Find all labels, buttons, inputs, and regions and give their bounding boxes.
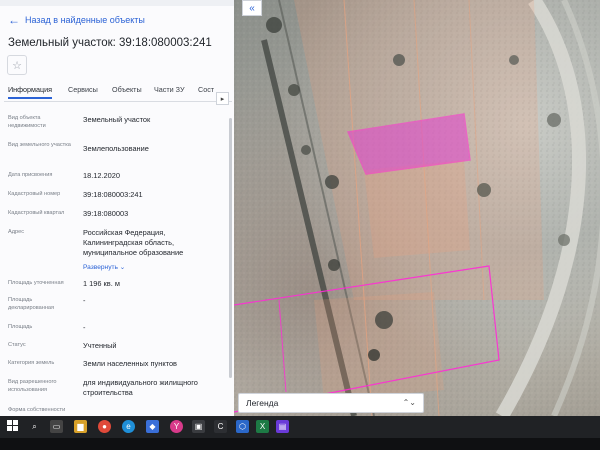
back-label: Назад в найденные объекты <box>25 15 145 25</box>
tab-objects[interactable]: Объекты <box>112 85 142 94</box>
row-value: Учтенный <box>83 341 117 350</box>
map-canvas[interactable] <box>234 0 600 416</box>
screen: ← Назад в найденные объекты Земельный уч… <box>0 0 600 416</box>
chevron-left-icon: « <box>249 2 255 14</box>
app-icon[interactable]: ⬡ <box>236 420 249 433</box>
map-view[interactable] <box>234 0 600 416</box>
app-icon[interactable]: ◆ <box>146 420 159 433</box>
panel-scrollbar[interactable] <box>229 118 232 378</box>
search-icon[interactable]: ⌕ <box>28 420 41 433</box>
row-label: Площадь декларированная <box>8 297 55 311</box>
app-icon[interactable]: ▣ <box>192 420 205 433</box>
taskbar: ⌕ ▭ ▆ ● e ◆ Y ▣ C ⬡ X ▤ <box>0 416 600 438</box>
task-view-icon[interactable]: ▭ <box>50 420 63 433</box>
row-label: Кадастровый номер <box>8 191 61 197</box>
row-value: Российская Федерация, Калининградская об… <box>83 228 184 257</box>
expand-label: Развернуть <box>83 264 118 271</box>
row-label: Дата присвоения <box>8 172 53 178</box>
app-icon[interactable]: C <box>214 420 227 433</box>
tab-info[interactable]: Информация <box>8 85 53 99</box>
expand-link[interactable]: Развернуть ⌄ <box>83 263 125 271</box>
row-label: Площадь <box>8 324 33 330</box>
collapse-panel-button[interactable]: « <box>242 0 262 16</box>
row-value: 39:18:080003:241 <box>83 190 143 199</box>
info-panel: ← Назад в найденные объекты Земельный уч… <box>0 0 235 416</box>
tab-parts[interactable]: Части ЗУ <box>154 85 185 94</box>
row-label: Вид объекта недвижимости <box>8 115 46 129</box>
excel-icon[interactable]: X <box>256 420 269 433</box>
app-icon[interactable]: ▤ <box>276 420 289 433</box>
windows-start-icon[interactable] <box>6 420 19 433</box>
tab-services[interactable]: Сервисы <box>68 85 98 94</box>
row-label: Адрес <box>8 229 25 235</box>
arrow-left-icon: ← <box>8 12 20 27</box>
chevron-down-icon: ⌄ <box>119 264 126 271</box>
parcel-orange <box>364 160 470 258</box>
tabs-bar: Информация Сервисы Объекты Части ЗУ Сост <box>4 85 232 102</box>
row-value: - <box>83 296 86 305</box>
row-label: Вид разрешенного использования <box>8 379 57 393</box>
tab-state[interactable]: Сост <box>198 85 214 94</box>
row-label: Кадастровый квартал <box>8 210 65 216</box>
row-value: Земельный участок <box>83 115 151 124</box>
legend-label: Легенда <box>246 398 279 408</box>
row-label: Статус <box>8 342 26 348</box>
row-label: Форма собственности <box>8 407 66 413</box>
row-value: 18.12.2020 <box>83 171 120 180</box>
file-explorer-icon[interactable]: ▆ <box>74 420 87 433</box>
chevron-updown-icon: ⌃⌄ <box>402 398 416 407</box>
monitor-bezel <box>0 438 600 450</box>
row-label: Категория земель <box>8 360 55 366</box>
back-link[interactable]: ← Назад в найденные объекты <box>8 12 145 27</box>
tabs-next-button[interactable]: ▸ <box>216 92 229 105</box>
page-title: Земельный участок: 39:18:080003:241 <box>8 37 212 49</box>
row-value: - <box>83 323 86 332</box>
star-icon: ☆ <box>12 59 22 72</box>
row-value: Землепользование <box>83 144 149 153</box>
chevron-right-icon: ▸ <box>220 95 225 103</box>
row-value: для индивидуального жилищного строительс… <box>83 378 198 397</box>
row-value: Земли населенных пунктов <box>83 359 177 368</box>
row-value: 1 196 кв. м <box>83 279 120 288</box>
row-label: Площадь уточненная <box>8 280 64 286</box>
row-value: 39:18:080003 <box>83 209 129 218</box>
row-label: Вид земельного участка <box>8 142 71 148</box>
edge-icon[interactable]: e <box>122 420 135 433</box>
yandex-icon[interactable]: Y <box>170 420 183 433</box>
legend-select[interactable]: Легенда ⌃⌄ <box>238 393 424 413</box>
chrome-icon[interactable]: ● <box>98 420 111 433</box>
favorite-button[interactable]: ☆ <box>7 55 27 75</box>
panel-top-strip <box>0 0 234 6</box>
